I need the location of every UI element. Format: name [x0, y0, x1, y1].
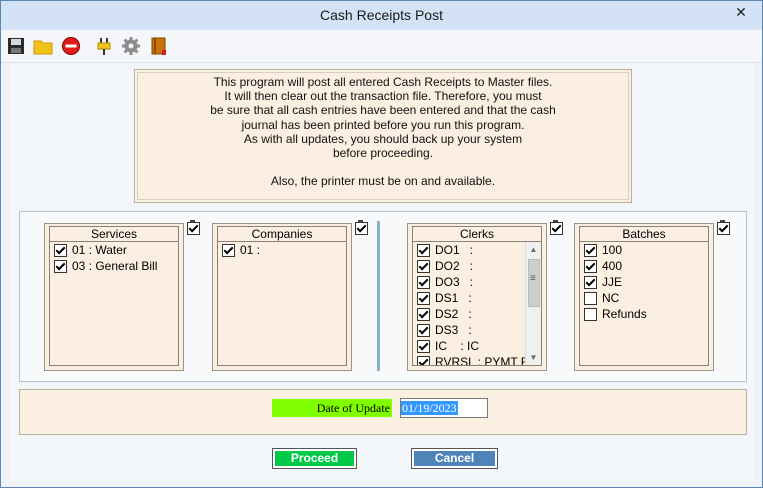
- item-label: DS3 :: [435, 323, 472, 337]
- scroll-up-arrow-icon[interactable]: ▲: [526, 242, 541, 257]
- checkbox[interactable]: [417, 356, 430, 365]
- batches-title: Batches: [579, 226, 709, 242]
- checkbox[interactable]: [584, 292, 597, 305]
- date-value: 01/19/2023: [401, 401, 458, 415]
- clerks-title: Clerks: [412, 226, 542, 242]
- window-title: Cash Receipts Post: [320, 7, 443, 23]
- save-icon[interactable]: [5, 35, 27, 57]
- checkbox[interactable]: [417, 244, 430, 257]
- companies-select-all-checkbox[interactable]: [355, 220, 368, 235]
- gear-icon[interactable]: [120, 35, 142, 57]
- notice-line: before proceeding.: [332, 146, 434, 161]
- checkbox[interactable]: [417, 340, 430, 353]
- checkbox[interactable]: [222, 244, 235, 257]
- checkbox[interactable]: [54, 260, 67, 273]
- stop-icon[interactable]: [60, 35, 82, 57]
- services-select-all-checkbox[interactable]: [187, 220, 200, 235]
- batches-item[interactable]: NC: [580, 290, 708, 306]
- services-group: Services 01 : Water 03 : General Bill: [44, 223, 184, 371]
- divider: [377, 221, 380, 371]
- batches-item[interactable]: JJE: [580, 274, 708, 290]
- services-item[interactable]: 03 : General Bill: [50, 258, 178, 274]
- scroll-down-arrow-icon[interactable]: ▼: [526, 350, 541, 365]
- batches-list: 100 400 JJE NC Refunds: [579, 241, 709, 366]
- checkbox[interactable]: [584, 260, 597, 273]
- selection-panel: Services 01 : Water 03 : General Bill Com…: [19, 211, 747, 382]
- date-of-update-label: Date of Update: [272, 399, 392, 417]
- cash-receipts-post-window: Cash Receipts Post ✕ This program will p…: [0, 0, 763, 488]
- item-label: DS1 :: [435, 291, 472, 305]
- checkbox[interactable]: [417, 292, 430, 305]
- notice-panel: This program will post all entered Cash …: [134, 69, 632, 203]
- batches-item[interactable]: 100: [580, 242, 708, 258]
- plug-icon[interactable]: [93, 35, 115, 57]
- checkbox[interactable]: [417, 308, 430, 321]
- toolbar: [1, 30, 762, 63]
- clerks-item[interactable]: IC : IC: [413, 338, 541, 354]
- checkbox[interactable]: [54, 244, 67, 257]
- batches-item[interactable]: 400: [580, 258, 708, 274]
- clerks-item[interactable]: DO1 :: [413, 242, 541, 258]
- date-of-update-input[interactable]: 01/19/2023: [400, 398, 488, 418]
- item-label: DO1 :: [435, 243, 474, 257]
- close-button[interactable]: ✕: [724, 2, 758, 22]
- services-item[interactable]: 01 : Water: [50, 242, 178, 258]
- clerks-item[interactable]: RVRSL : PYMT R: [413, 354, 541, 366]
- item-label: IC : IC: [435, 339, 480, 353]
- clerks-item[interactable]: DS3 :: [413, 322, 541, 338]
- batches-item[interactable]: Refunds: [580, 306, 708, 322]
- services-title: Services: [49, 226, 179, 242]
- companies-title: Companies: [217, 226, 347, 242]
- clerks-item[interactable]: DS2 :: [413, 306, 541, 322]
- notice-line: It will then clear out the transaction f…: [224, 89, 542, 104]
- clerks-group: Clerks DO1 : DO2 : DO3 : DS1 : DS2 : DS3 : IC …: [407, 223, 547, 371]
- clerks-item[interactable]: DO2 :: [413, 258, 541, 274]
- checkbox[interactable]: [584, 308, 597, 321]
- item-label: 03 : General Bill: [72, 259, 158, 273]
- item-label: 100: [602, 243, 623, 257]
- item-label: NC: [602, 291, 620, 305]
- checkbox[interactable]: [417, 324, 430, 337]
- item-label: DS2 :: [435, 307, 472, 321]
- batches-select-all-checkbox[interactable]: [717, 220, 730, 235]
- title-bar[interactable]: Cash Receipts Post ✕: [1, 1, 762, 30]
- services-list: 01 : Water 03 : General Bill: [49, 241, 179, 366]
- notice-line: This program will post all entered Cash …: [213, 75, 553, 89]
- item-label: DO2 :: [435, 259, 474, 273]
- proceed-button[interactable]: Proceed: [272, 448, 357, 469]
- notice-line: be sure that all cash entries have been …: [210, 103, 556, 118]
- companies-group: Companies 01 :: [212, 223, 352, 371]
- item-label: 400: [602, 259, 623, 273]
- companies-item[interactable]: 01 :: [218, 242, 346, 258]
- item-label: 01 :: [240, 243, 261, 257]
- batches-group: Batches 100 400 JJE NC Refunds: [574, 223, 714, 371]
- checkbox[interactable]: [584, 276, 597, 289]
- checkbox[interactable]: [417, 260, 430, 273]
- notice-line: journal has been printed before you run …: [241, 117, 525, 132]
- item-label: RVRSL : PYMT R: [435, 355, 530, 366]
- clerks-select-all-checkbox[interactable]: [550, 220, 563, 235]
- companies-list: 01 :: [217, 241, 347, 366]
- checkbox[interactable]: [584, 244, 597, 257]
- checkbox[interactable]: [417, 276, 430, 289]
- book-icon[interactable]: [148, 35, 170, 57]
- notice-text: This program will post all entered Cash …: [135, 70, 631, 189]
- open-folder-icon[interactable]: [32, 35, 54, 57]
- clerks-item[interactable]: DS1 :: [413, 290, 541, 306]
- clerks-scrollbar[interactable]: ▲ ▼: [525, 242, 541, 365]
- content-area: This program will post all entered Cash …: [9, 63, 754, 481]
- scroll-thumb[interactable]: [528, 259, 540, 307]
- clerks-list[interactable]: DO1 : DO2 : DO3 : DS1 : DS2 : DS3 : IC : IC RVR…: [412, 241, 542, 366]
- item-label: Refunds: [602, 307, 647, 321]
- cancel-button[interactable]: Cancel: [411, 448, 498, 469]
- item-label: DO3 :: [435, 275, 474, 289]
- notice-line: As with all updates, you should back up …: [243, 131, 523, 146]
- item-label: 01 : Water: [72, 243, 127, 257]
- clerks-item[interactable]: DO3 :: [413, 274, 541, 290]
- notice-line: Also, the printer must be on and availab…: [270, 174, 496, 189]
- item-label: JJE: [602, 275, 623, 289]
- date-panel: Date of Update 01/19/2023: [19, 389, 747, 435]
